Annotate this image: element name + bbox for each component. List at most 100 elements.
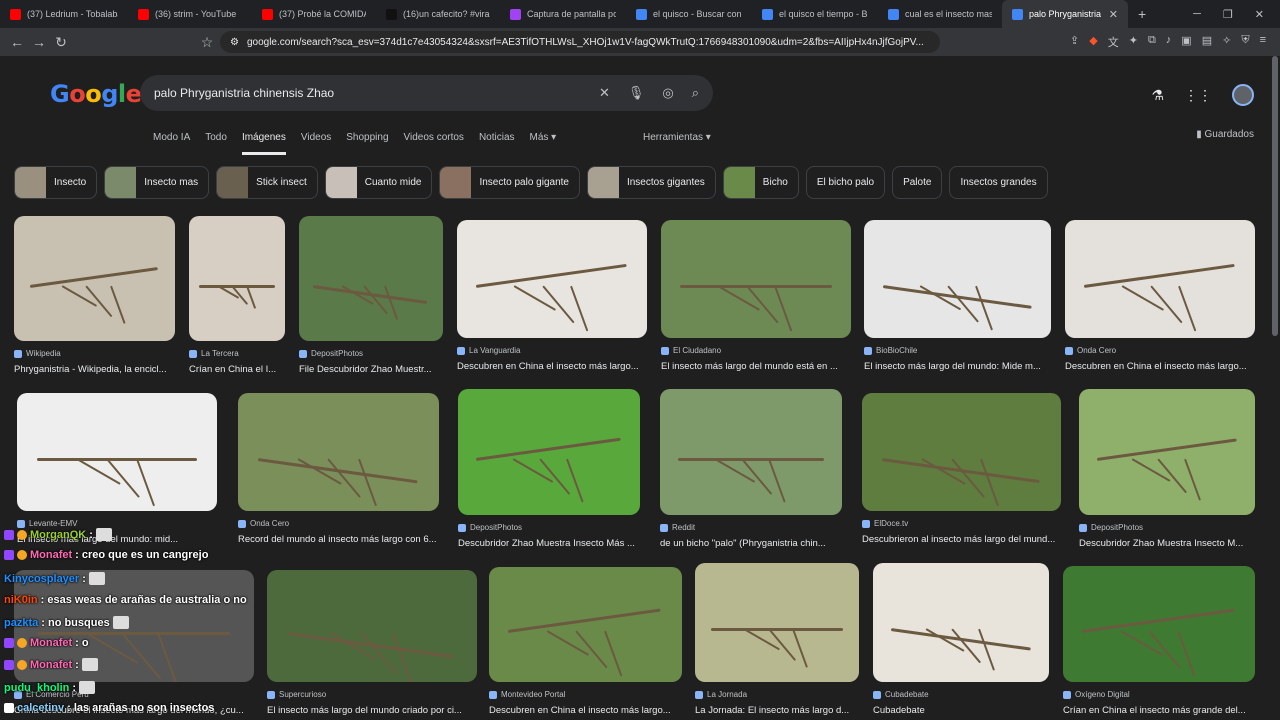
result-caption[interactable]: El insecto más largo del mundo: Mide m..…	[864, 361, 1051, 372]
emote-icon	[79, 681, 96, 694]
source-favicon-icon	[489, 690, 497, 699]
result-image[interactable]	[873, 563, 1049, 682]
chat-message: pazkta: no busques	[4, 616, 129, 629]
result-image[interactable]	[1079, 389, 1255, 515]
image-result[interactable]: Levante-EMVEl insecto más largo del mund…	[17, 393, 217, 545]
chat-username: Monafet	[30, 549, 73, 561]
result-caption[interactable]: Descubridor Zhao Muestra Insecto M...	[1079, 538, 1255, 549]
emote-icon	[112, 616, 129, 629]
source-favicon-icon	[299, 349, 307, 358]
result-caption[interactable]: Phryganistria - Wikipedia, la encicl...	[14, 364, 175, 375]
image-result[interactable]: DepositPhotos Descubridor Zhao Muestra In…	[1079, 389, 1255, 549]
result-source: Wikipedia	[14, 349, 175, 358]
stick-insect-leg	[768, 458, 786, 503]
result-source: Onda Cero	[1065, 346, 1255, 355]
result-image[interactable]	[457, 220, 647, 338]
stream-chat-overlay: MorganQK: Monafet: creo que es un cangrej…	[0, 528, 310, 720]
source-favicon-icon	[1063, 690, 1071, 699]
image-result[interactable]: Reddit de un bicho "palo" (Phryganistria …	[660, 389, 842, 549]
source-favicon-icon	[14, 349, 22, 358]
source-name: Cubadebate	[885, 690, 929, 699]
result-caption[interactable]: El insecto más largo del mundo está en .…	[661, 361, 851, 372]
image-result[interactable]: DepositPhotos Descubridor Zhao Muestra In…	[458, 389, 640, 549]
result-image[interactable]	[661, 220, 851, 338]
result-image[interactable]	[299, 216, 443, 341]
image-result[interactable]: Onda Cero Record del mundo al insecto más…	[238, 393, 439, 545]
subscriber-badge-icon	[4, 529, 14, 540]
stick-insect-shape	[508, 608, 662, 634]
scrollbar-thumb[interactable]	[1272, 56, 1278, 336]
image-result[interactable]: La Tercera Crían en China el I...	[189, 216, 285, 375]
chat-username: Monafet	[30, 658, 73, 671]
result-image[interactable]	[695, 563, 859, 682]
chat-text: : creo que es un cangrejo	[75, 549, 209, 561]
stick-insect-leg	[1183, 458, 1201, 501]
source-name: ElDoce.tv	[874, 519, 909, 528]
result-caption[interactable]: La Jornada: El insecto más largo d...	[695, 705, 859, 716]
result-caption[interactable]: Descubren en China el insecto más largo.…	[1065, 361, 1255, 372]
result-caption[interactable]: File Descubridor Zhao Muestr...	[299, 364, 443, 375]
stick-insect-leg	[513, 285, 556, 311]
result-image[interactable]	[660, 389, 842, 515]
scrollbar[interactable]	[1270, 56, 1280, 720]
stick-insect-leg	[392, 632, 412, 682]
chat-message: pudu_kholin:	[4, 681, 96, 694]
result-image[interactable]	[189, 216, 285, 341]
chat-message: calcetinv: las arañas no son insectos	[4, 702, 214, 714]
result-source: DepositPhotos	[299, 349, 443, 358]
result-caption[interactable]: Descubrieron al insecto más largo del mu…	[862, 534, 1061, 545]
stick-insect-leg	[136, 458, 156, 507]
result-image[interactable]	[489, 567, 682, 682]
image-result[interactable]: BioBioChile El insecto más largo del mund…	[864, 220, 1051, 372]
result-caption[interactable]: Descubren en China el insecto más largo.…	[457, 361, 647, 372]
source-favicon-icon	[864, 346, 872, 355]
image-result[interactable]: La Vanguardia Descubren en China el insec…	[457, 220, 647, 372]
result-image[interactable]	[458, 389, 640, 515]
stick-insect-leg	[792, 629, 809, 669]
chat-username: Kinycosplayer	[4, 572, 80, 585]
result-source: Reddit	[660, 523, 842, 532]
image-result[interactable]: Montevideo Portal Descubren en China el i…	[489, 567, 682, 716]
chat-username: niK0in	[4, 594, 38, 606]
source-name: Montevideo Portal	[501, 690, 566, 699]
chat-text: :	[82, 572, 86, 585]
source-favicon-icon	[1079, 523, 1087, 532]
image-result[interactable]: Wikipedia Phryganistria - Wikipedia, la e…	[14, 216, 175, 375]
stick-insect-leg	[977, 629, 995, 672]
result-caption[interactable]: Descubridor Zhao Muestra Insecto Más ...	[458, 538, 640, 549]
stick-insect-shape	[475, 263, 627, 288]
result-image[interactable]	[17, 393, 217, 511]
result-image[interactable]	[238, 393, 439, 511]
result-caption[interactable]: Descubren en China el insecto más largo.…	[489, 705, 682, 716]
result-caption[interactable]: Cubadebate	[873, 705, 1049, 716]
stick-insect-shape	[198, 284, 276, 288]
result-image[interactable]	[864, 220, 1051, 338]
source-name: La Tercera	[201, 349, 239, 358]
bits-badge-icon	[17, 550, 27, 560]
image-result[interactable]: DepositPhotos File Descubridor Zhao Muest…	[299, 216, 443, 375]
result-image[interactable]	[1065, 220, 1255, 338]
result-image[interactable]	[14, 216, 175, 341]
result-caption[interactable]: Crían en China el I...	[189, 364, 285, 375]
image-result[interactable]: Cubadebate Cubadebate	[873, 563, 1049, 716]
result-caption[interactable]: Crían en China el insecto más grande del…	[1063, 705, 1255, 716]
result-image[interactable]	[1063, 566, 1255, 682]
result-caption[interactable]: de un bicho "palo" (Phryganistria chin..…	[660, 538, 842, 549]
result-image[interactable]	[862, 393, 1061, 511]
source-name: Levante-EMV	[29, 519, 78, 528]
stick-insect-leg	[245, 285, 256, 309]
stick-insect-leg	[76, 458, 121, 485]
result-source: BioBioChile	[864, 346, 1051, 355]
source-name: Reddit	[672, 523, 696, 532]
bits-badge-icon	[17, 659, 27, 670]
image-result[interactable]: El Ciudadano El insecto más largo del mun…	[661, 220, 851, 372]
image-result[interactable]: Onda Cero Descubren en China el insecto m…	[1065, 220, 1255, 372]
image-result[interactable]: ElDoce.tv Descubrieron al insecto más lar…	[862, 393, 1061, 545]
chat-username: pudu_kholin	[4, 681, 70, 694]
image-result[interactable]: Oxígeno Digital Crían en China el insecto…	[1063, 566, 1255, 716]
stick-insect-leg	[774, 285, 793, 331]
chat-message: Monafet:	[4, 658, 98, 671]
subscriber-badge-icon	[4, 659, 14, 670]
chat-text: : las arañas no son insectos	[67, 702, 215, 714]
image-result[interactable]: La Jornada La Jornada: El insecto más lar…	[695, 563, 859, 716]
